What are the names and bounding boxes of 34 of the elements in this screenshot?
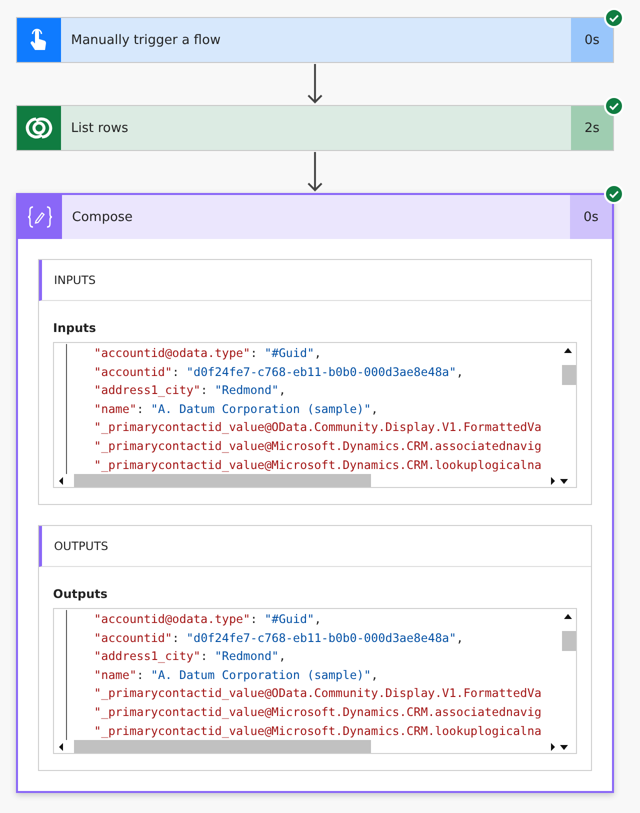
field-label: Inputs: [53, 321, 98, 335]
code-line: "accountid": "d0f24fe7-c768-eb11-b0b0-000d3ae8e48a",: [94, 364, 464, 381]
duration-badge: 2s: [571, 106, 613, 150]
code-line: "accountid": "d0f24fe7-c768-eb11-b0b0-000d3ae8e48a",: [94, 630, 464, 647]
json-code-box[interactable]: [53, 342, 577, 488]
action-title: Compose: [71, 208, 134, 226]
action-card[interactable]: Manually trigger a flow 0s: [16, 17, 614, 63]
code-line: "name": "A. Datum Corporation (sample)",: [94, 400, 380, 418]
code-line: "_primarycontactid_value@OData.Community.Display.V1.FormattedVa: [94, 685, 542, 702]
action-title: Manually trigger a flow: [70, 32, 222, 50]
field-label: Outputs: [53, 587, 108, 601]
section-heading: INPUTS: [54, 273, 96, 287]
code-line: "_primarycontactid_value@Microsoft.Dynamics.CRM.lookuplogicalna: [94, 456, 542, 474]
swirl-icon: [25, 115, 53, 141]
code-line: "_primarycontactid_value@Microsoft.Dynamics.CRM.lookuplogicalna: [94, 722, 542, 740]
code-line: "address1_city": "Redmond",: [94, 382, 287, 400]
code-line: "_primarycontactid_value@OData.Community.Display.V1.FormattedVa: [94, 419, 542, 436]
action-title: List rows: [70, 120, 130, 138]
code-line: "_primarycontactid_value@Microsoft.Dynamics.CRM.associatednavig: [94, 704, 542, 721]
hand-pointer-icon: [29, 28, 49, 52]
code-line: "accountid@odata.type": "#Guid",: [94, 345, 322, 362]
code-line: "address1_city": "Redmond",: [94, 648, 287, 666]
braces-pencil-icon: [27, 206, 53, 228]
code-line: "accountid@odata.type": "#Guid",: [94, 611, 322, 628]
json-code-box[interactable]: [53, 608, 577, 754]
action-card[interactable]: [16, 193, 614, 793]
code-line: "name": "A. Datum Corporation (sample)",: [94, 666, 380, 684]
code-line: "_primarycontactid_value@Microsoft.Dynamics.CRM.associatednavig: [94, 438, 542, 455]
duration-badge: 0s: [571, 18, 613, 62]
arrow-connector: [305, 64, 325, 104]
action-card[interactable]: List rows 2s: [16, 105, 614, 151]
duration-badge: 0s: [570, 195, 612, 239]
arrow-connector: [305, 152, 325, 192]
section-heading: OUTPUTS: [54, 539, 108, 553]
